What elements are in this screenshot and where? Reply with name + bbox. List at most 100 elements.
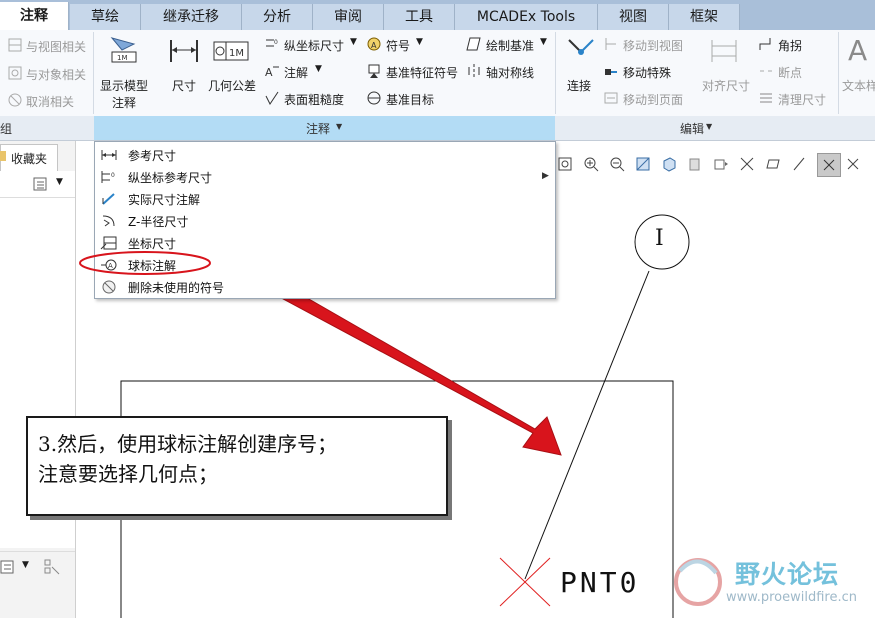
tab-tools[interactable]: 工具 — [384, 4, 455, 30]
move-to-view-button[interactable]: 移动到视图 — [623, 37, 683, 54]
dimension-icon — [170, 40, 198, 62]
tab-review[interactable]: 审阅 — [313, 4, 384, 30]
tab-view[interactable]: 视图 — [598, 4, 669, 30]
axis-symmetry-icon — [468, 64, 480, 78]
svg-text:1M: 1M — [229, 48, 244, 59]
jog-icon — [759, 38, 771, 50]
tab-analysis[interactable]: 分析 — [242, 4, 313, 30]
sketch-datum-icon — [466, 37, 481, 51]
tree-view-icon[interactable] — [0, 559, 16, 575]
view-related-icon — [8, 38, 22, 52]
svg-text:A: A — [265, 66, 273, 79]
folder-icon — [0, 151, 6, 161]
ribbon-separator — [93, 32, 94, 114]
ordinate-reference-icon: 0 — [101, 171, 115, 183]
point-label: PNT0 — [560, 566, 640, 599]
show-model-annotations-label2[interactable]: 注释 — [112, 94, 136, 111]
cleanup-dimensions-icon — [760, 93, 772, 103]
view-related-button[interactable]: 与视图相关 — [26, 38, 86, 55]
datum-target-button[interactable]: 基准目标 — [386, 91, 434, 108]
ribbon-tab-bar: 注释 草绘 继承迁移 分析 审阅 工具 MCADEx Tools 视图 框架 — [0, 0, 875, 30]
connect-button[interactable]: 连接 — [567, 77, 591, 94]
annotation-group-dropdown-icon[interactable]: ▼ — [336, 122, 342, 131]
move-special-button[interactable]: 移动特殊 — [623, 64, 671, 81]
geometric-tolerance-button[interactable]: 几何公差 — [208, 77, 256, 94]
z-radius-icon — [102, 215, 115, 227]
cleanup-dimensions-button[interactable]: 清理尺寸 — [778, 91, 826, 108]
svg-text:0: 0 — [274, 39, 278, 46]
connect-icon — [568, 39, 594, 55]
tab-legacy-migration[interactable]: 继承迁移 — [141, 4, 242, 30]
menu-item-reference-dimension[interactable]: 参考尺寸 — [95, 144, 555, 166]
sketch-datum-dropdown-icon[interactable]: ▼ — [540, 37, 547, 47]
menu-item-label: 实际尺寸注解 — [128, 193, 201, 207]
callout-line-1: 3.然后，使用球标注解创建序号； — [38, 432, 338, 456]
move-special-icon — [605, 69, 617, 75]
tab-annotate[interactable]: 注释 — [0, 2, 69, 30]
object-related-button[interactable]: 与对象相关 — [26, 66, 86, 83]
svg-text:1M: 1M — [117, 54, 128, 62]
note-dropdown-icon[interactable]: ▼ — [315, 64, 322, 74]
menu-item-label: 删除未使用的符号 — [128, 281, 225, 295]
filter-icon[interactable] — [44, 559, 60, 575]
menu-item-actual-dimension[interactable]: 实际尺寸注解 — [95, 188, 555, 210]
menu-item-delete-unused-symbols[interactable]: 删除未使用的符号 — [95, 276, 555, 298]
note-button[interactable]: 注解 — [284, 64, 308, 81]
jog-button[interactable]: 角拐 — [778, 37, 802, 54]
surface-finish-button[interactable]: 表面粗糙度 — [284, 91, 344, 108]
tab-sketch[interactable]: 草绘 — [70, 4, 141, 30]
tab-framework[interactable]: 框架 — [669, 4, 740, 30]
instruction-callout: 3.然后，使用球标注解创建序号； 注意要选择几何点； — [26, 416, 448, 516]
show-model-annotations-label1[interactable]: 显示模型 — [100, 77, 148, 94]
annotation-group-label-bar[interactable]: 注释 ▼ — [94, 116, 555, 140]
ordinate-dimension-icon: 0 — [266, 39, 278, 47]
delete-symbols-icon — [102, 280, 116, 294]
list-view-dropdown-icon[interactable]: ▼ — [56, 177, 63, 187]
show-model-annotations-icon: 1M — [110, 37, 137, 63]
ribbon-group-labels: 组 注释 ▼ 编辑 ▼ — [0, 116, 875, 141]
ribbon-separator — [838, 32, 839, 114]
datum-target-icon — [367, 91, 381, 105]
geometric-tolerance-icon: 1M — [213, 41, 249, 61]
menu-item-z-radius[interactable]: Z-半径尺寸 — [95, 210, 555, 232]
edit-group-dropdown-icon[interactable]: ▼ — [706, 122, 712, 131]
symbol-dropdown-icon[interactable]: ▼ — [416, 37, 423, 47]
edit-group-label[interactable]: 编辑 — [680, 120, 704, 137]
cancel-related-button[interactable]: 取消相关 — [26, 93, 74, 110]
ordinate-dimension-button[interactable]: 纵坐标尺寸 — [284, 37, 344, 54]
break-button[interactable]: 断点 — [778, 64, 802, 81]
break-icon — [760, 70, 772, 72]
tree-view-dropdown-icon[interactable]: ▼ — [22, 560, 29, 570]
move-to-page-icon — [604, 92, 618, 104]
text-style-button[interactable]: 文本样 — [842, 77, 875, 94]
tab-mcadex-tools[interactable]: MCADEx Tools — [455, 4, 598, 30]
watermark-name: 野火论坛 — [735, 560, 840, 589]
surface-finish-icon — [265, 91, 279, 105]
annotation-group-label: 注释 — [306, 122, 331, 136]
svg-text:0: 0 — [111, 172, 115, 179]
balloon-number: I — [655, 226, 664, 251]
favorites-tab[interactable]: 收藏夹 — [0, 144, 58, 171]
datum-feature-symbol-icon — [368, 64, 380, 78]
panel-toolbar: ▼ — [0, 171, 75, 198]
menu-item-ordinate-reference[interactable]: 0 纵坐标参考尺寸 ▶ — [95, 166, 555, 188]
note-icon: A — [265, 66, 279, 79]
datum-feature-symbol-button[interactable]: 基准特征符号 — [386, 64, 458, 81]
move-to-view-icon — [605, 38, 616, 50]
ordinate-dropdown-icon[interactable]: ▼ — [350, 37, 357, 47]
dimension-button[interactable]: 尺寸 — [172, 77, 196, 94]
object-related-icon — [8, 66, 22, 80]
submenu-arrow-icon: ▶ — [542, 171, 549, 181]
favorites-tab-label: 收藏夹 — [11, 152, 48, 166]
move-to-page-button[interactable]: 移动到页面 — [623, 91, 683, 108]
watermark-url: www.proewildfire.cn — [726, 590, 857, 605]
actual-dimension-icon — [102, 193, 115, 205]
align-dimensions-button[interactable]: 对齐尺寸 — [702, 77, 750, 94]
align-dimensions-icon — [711, 40, 737, 62]
left-group-label: 组 — [0, 122, 13, 136]
left-panel: 收藏夹 ▼ ▼ — [0, 141, 76, 618]
axis-symmetry-button[interactable]: 轴对称线 — [486, 64, 534, 81]
symbol-button[interactable]: 符号 — [386, 37, 410, 54]
list-view-icon[interactable] — [32, 176, 48, 192]
sketch-datum-button[interactable]: 绘制基准 — [486, 37, 534, 54]
